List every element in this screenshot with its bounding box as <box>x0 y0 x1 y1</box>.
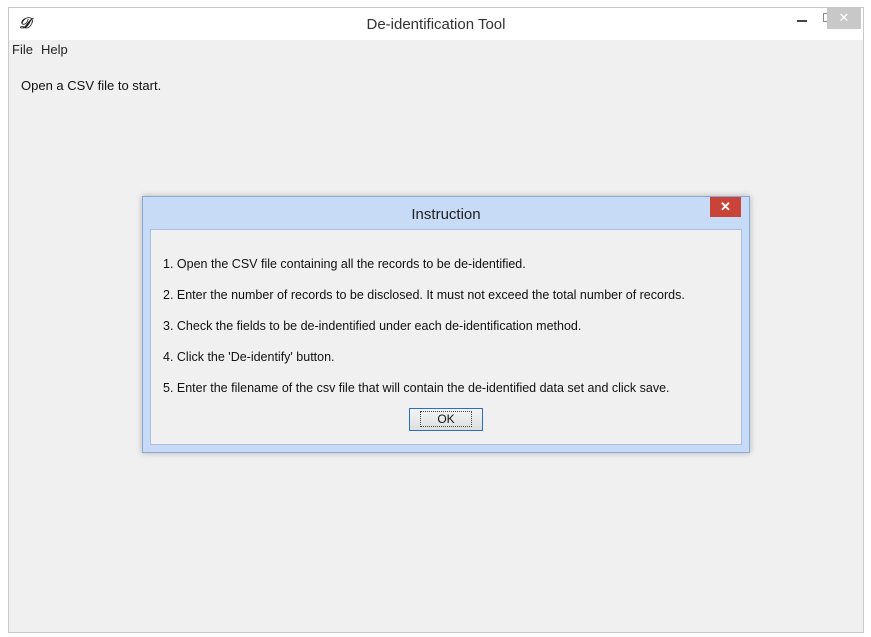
instruction-dialog: Instruction ✕ 1. Open the CSV file conta… <box>142 196 750 453</box>
instruction-step-1: 1. Open the CSV file containing all the … <box>163 257 526 271</box>
status-message: Open a CSV file to start. <box>21 78 162 93</box>
minimize-button[interactable] <box>789 8 815 29</box>
window-title: De-identification Tool <box>366 16 506 33</box>
title-bar[interactable]: 𝒟 De-identification Tool ✕ <box>9 8 863 40</box>
menu-file[interactable]: File <box>12 42 33 57</box>
instruction-step-2: 2. Enter the number of records to be dis… <box>163 288 685 302</box>
ok-button-label: OK <box>420 411 472 427</box>
menu-help[interactable]: Help <box>41 42 68 57</box>
instruction-step-5: 5. Enter the filename of the csv file th… <box>163 381 670 395</box>
ok-button[interactable]: OK <box>409 408 483 431</box>
instruction-step-4: 4. Click the 'De-identify' button. <box>163 350 335 364</box>
menu-bar: File Help <box>9 40 863 59</box>
instruction-step-3: 3. Check the fields to be de-indentified… <box>163 319 582 333</box>
dialog-close-button[interactable]: ✕ <box>710 197 741 217</box>
dialog-title: Instruction <box>411 206 481 223</box>
close-button[interactable]: ✕ <box>827 8 861 29</box>
dialog-content: 1. Open the CSV file containing all the … <box>150 229 742 445</box>
